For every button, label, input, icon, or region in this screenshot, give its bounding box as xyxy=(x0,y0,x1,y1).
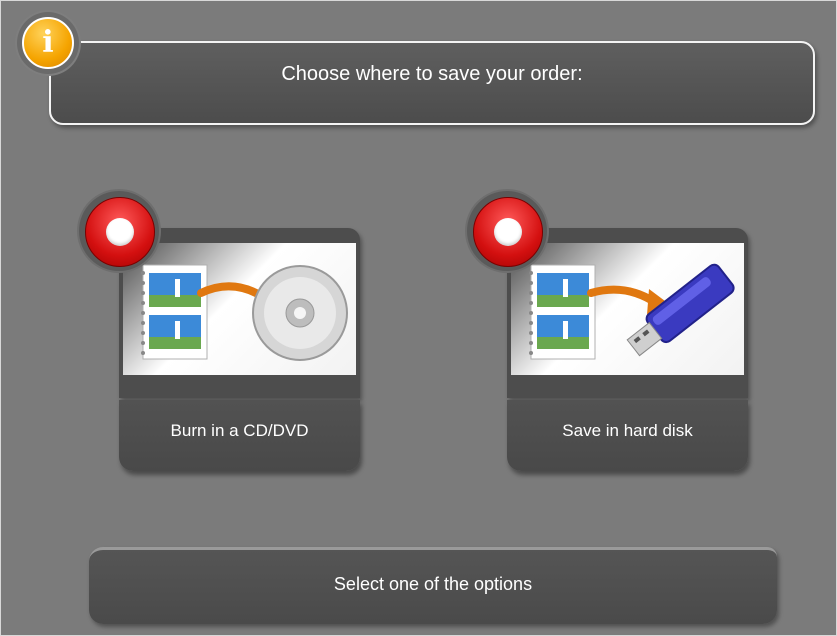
option-label: Save in hard disk xyxy=(562,421,693,440)
app-window: Choose where to save your order: i Burn … xyxy=(0,0,837,636)
radio-icon xyxy=(85,197,155,267)
info-badge: i xyxy=(17,12,79,74)
header-banner: Choose where to save your order: xyxy=(49,41,815,125)
status-bar: Select one of the options xyxy=(89,547,777,624)
photos-to-usb-drive-icon xyxy=(511,243,744,375)
radio-icon xyxy=(473,197,543,267)
usb-drive-icon xyxy=(626,263,735,357)
option-label-box: Save in hard disk xyxy=(507,400,748,471)
page-title: Choose where to save your order: xyxy=(281,63,583,85)
disc-icon xyxy=(252,265,348,361)
status-message: Select one of the options xyxy=(333,574,533,594)
radio-indicator xyxy=(494,218,522,246)
radio-button-cd-dvd[interactable] xyxy=(79,191,159,271)
radio-button-hard-disk[interactable] xyxy=(467,191,547,271)
arrow-icon xyxy=(587,285,660,307)
info-icon: i xyxy=(22,17,74,69)
photos-to-disc-icon xyxy=(123,243,356,375)
option-label: Burn in a CD/DVD xyxy=(170,421,309,440)
photo-album-icon xyxy=(141,264,208,360)
option-burn-cd-dvd[interactable]: Burn in a CD/DVD xyxy=(79,191,360,471)
radio-indicator xyxy=(106,218,134,246)
photo-album-icon xyxy=(529,264,596,360)
option-save-hard-disk[interactable]: Save in hard disk xyxy=(467,191,748,471)
option-label-box: Burn in a CD/DVD xyxy=(119,400,360,471)
